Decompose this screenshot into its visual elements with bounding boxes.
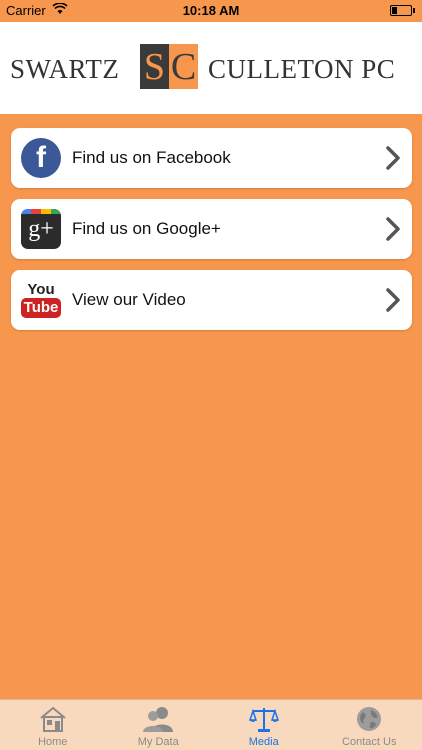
facebook-label: Find us on Facebook	[72, 148, 231, 167]
facebook-glyph: f	[36, 141, 46, 174]
tab-home-label: Home	[38, 736, 68, 748]
tab-my-data-label: My Data	[137, 736, 179, 748]
logo-letter-c: C	[169, 44, 198, 89]
youtube-glyph-top: You	[27, 281, 55, 298]
tab-my-data[interactable]: My Data	[106, 700, 212, 750]
chevron-right-icon	[386, 217, 400, 241]
chevron-right-icon	[386, 146, 400, 170]
google-plus-label: Find us on Google+	[72, 219, 221, 238]
tab-media[interactable]: Media	[211, 700, 317, 750]
tab-home[interactable]: Home	[0, 700, 106, 750]
facebook-row[interactable]: f Find us on Facebook	[11, 128, 412, 188]
battery-icon	[390, 5, 415, 16]
app-header: SWARTZ S C CULLETON PC	[0, 22, 422, 114]
youtube-row[interactable]: You Tube View our Video	[11, 270, 412, 330]
status-time: 10:18 AM	[182, 3, 240, 18]
tab-bar: Home My Data Media Contact Us	[0, 699, 422, 750]
media-list: f Find us on Facebook g+ Find us on Goog…	[11, 128, 412, 341]
scales-icon	[248, 708, 279, 732]
tab-media-label: Media	[248, 736, 279, 748]
users-icon	[143, 707, 174, 732]
google-plus-row[interactable]: g+ Find us on Google+	[11, 199, 412, 259]
tab-contact-us[interactable]: Contact Us	[317, 700, 422, 750]
brand-left-word: SWARTZ	[10, 54, 120, 84]
youtube-glyph-bottom: Tube	[20, 298, 62, 318]
google-plus-icon: g+	[21, 209, 61, 249]
facebook-icon: f	[21, 138, 61, 178]
google-plus-glyph: g+	[28, 215, 54, 242]
logo-letter-s: S	[140, 44, 169, 89]
chevron-right-icon	[386, 288, 400, 312]
status-bar: Carrier 10:18 AM	[0, 0, 422, 22]
brand-logo: S C	[140, 44, 198, 89]
tab-contact-us-label: Contact Us	[342, 736, 397, 748]
youtube-label: View our Video	[72, 290, 186, 309]
home-icon	[40, 706, 66, 732]
google-plus-color-bar	[21, 209, 61, 214]
youtube-icon: You Tube	[20, 280, 62, 320]
globe-icon	[357, 707, 382, 731]
brand-right-word: CULLETON PC	[208, 54, 396, 84]
